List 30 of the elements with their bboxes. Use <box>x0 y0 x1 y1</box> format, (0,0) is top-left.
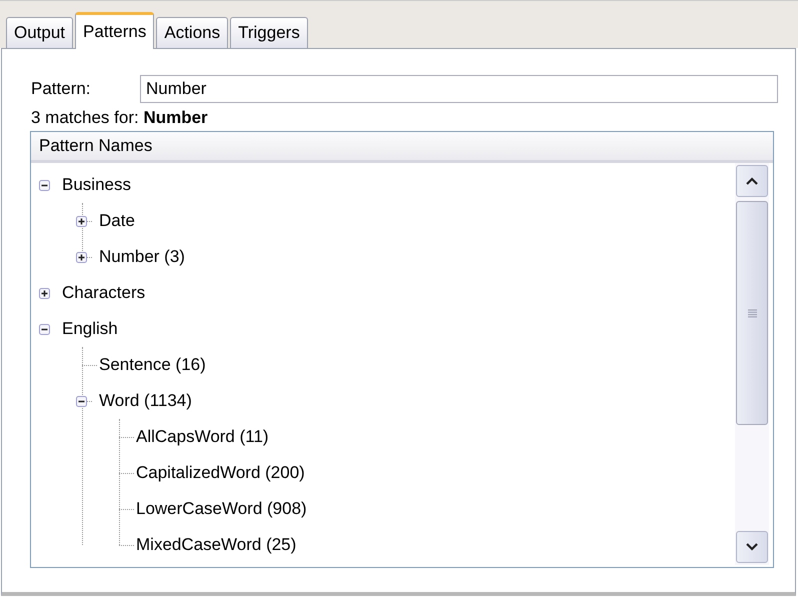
tab[interactable]: Triggers <box>230 17 308 48</box>
tree-item[interactable]: CapitalizedWord (200) <box>134 463 305 483</box>
tree-item[interactable]: Business <box>60 175 131 195</box>
expand-icon[interactable] <box>76 252 87 262</box>
tree-item[interactable]: Word (1134) <box>97 391 192 411</box>
scroll-thumb[interactable] <box>736 201 768 425</box>
grip-icon <box>748 308 756 318</box>
scroll-down-button[interactable] <box>736 531 768 563</box>
tree-item[interactable]: Date <box>97 211 135 231</box>
tab[interactable]: Actions <box>156 17 228 48</box>
collapse-icon[interactable] <box>76 396 87 406</box>
tree-item[interactable]: Characters <box>60 283 146 303</box>
pattern-label: Pattern: <box>31 79 92 99</box>
scroll-up-button[interactable] <box>736 165 768 197</box>
tree-item[interactable]: Number (3) <box>97 247 185 267</box>
expand-icon[interactable] <box>76 216 87 226</box>
expand-icon[interactable] <box>39 288 50 298</box>
match-summary: 3 matches for: Number <box>30 107 209 129</box>
tree-item[interactable]: MixedCaseWord (25) <box>134 535 296 555</box>
tree-item[interactable]: English <box>60 319 118 339</box>
tab[interactable]: Output <box>6 17 74 48</box>
tree-item[interactable]: LowerCaseWord (908) <box>134 499 307 519</box>
collapse-icon[interactable] <box>39 324 50 334</box>
collapse-icon[interactable] <box>39 180 50 190</box>
scrollbar[interactable] <box>735 163 769 565</box>
pattern-field[interactable]: Number <box>140 75 778 103</box>
tree-item[interactable]: AllCapsWord (11) <box>134 427 269 447</box>
column-header[interactable]: Pattern Names <box>31 132 773 163</box>
tree-item[interactable]: Sentence (16) <box>97 355 206 375</box>
tab[interactable]: Patterns <box>75 12 154 49</box>
